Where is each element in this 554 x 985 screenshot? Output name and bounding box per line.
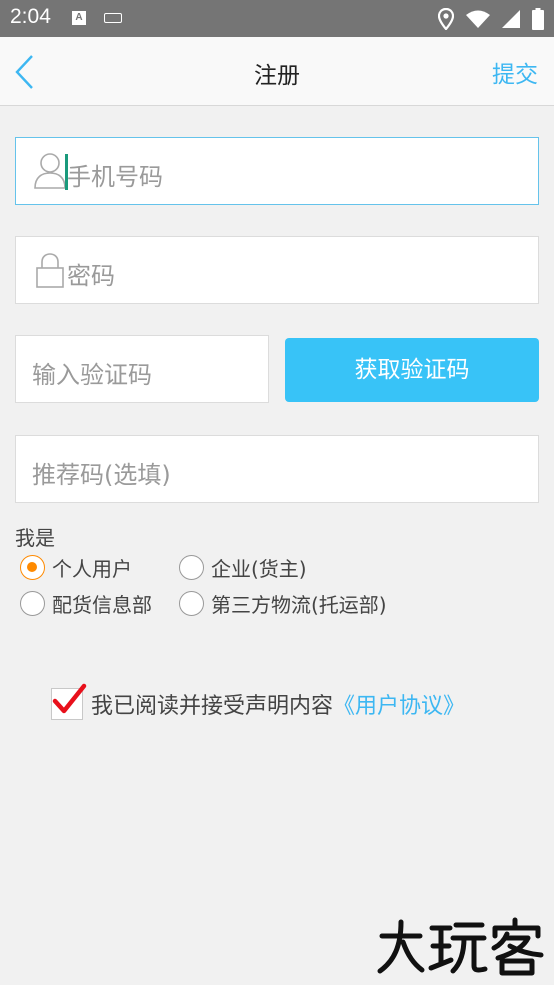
agreement-checkbox[interactable] xyxy=(51,683,87,720)
page-title: 注册 xyxy=(254,63,300,89)
referral-code-field[interactable]: 推荐码(选填) xyxy=(15,435,539,503)
role-option-info-dept[interactable]: 配货信息部 xyxy=(20,589,152,618)
radio-icon xyxy=(179,591,204,616)
location-icon xyxy=(438,8,454,30)
password-placeholder: 密码 xyxy=(67,262,115,290)
radio-icon xyxy=(20,591,45,616)
role-option-personal[interactable]: 个人用户 xyxy=(20,553,132,582)
status-time: 2:04 xyxy=(10,5,51,28)
get-code-button[interactable]: 获取验证码 xyxy=(285,338,539,402)
watermark-logo xyxy=(377,917,544,976)
phone-field[interactable]: 手机号码 xyxy=(15,137,539,205)
user-agreement-link[interactable]: 《用户协议》 xyxy=(333,688,465,720)
agreement-row: 我已阅读并接受声明内容 《用户协议》 xyxy=(51,683,465,720)
status-bar: 2:04 A xyxy=(0,0,554,37)
referral-placeholder: 推荐码(选填) xyxy=(32,461,171,489)
radio-icon xyxy=(179,555,204,580)
a-notification-icon: A xyxy=(72,11,86,25)
checkmark-icon xyxy=(52,683,87,714)
user-icon xyxy=(34,153,66,189)
nav-bar: 注册 提交 xyxy=(0,37,554,106)
verification-code-field[interactable]: 输入验证码 xyxy=(15,335,269,403)
password-field[interactable]: 密码 xyxy=(15,236,539,304)
battery-icon xyxy=(532,8,544,30)
role-option-label: 第三方物流(托运部) xyxy=(211,593,387,617)
submit-button[interactable]: 提交 xyxy=(492,55,538,89)
role-option-label: 配货信息部 xyxy=(52,593,152,617)
lock-icon xyxy=(36,253,64,288)
keyboard-icon xyxy=(104,13,122,23)
radio-selected-icon xyxy=(20,555,45,580)
role-option-label: 个人用户 xyxy=(52,557,132,581)
wifi-icon xyxy=(466,10,490,28)
phone-placeholder: 手机号码 xyxy=(67,163,163,191)
status-icons xyxy=(438,7,544,31)
role-option-label: 企业(货主) xyxy=(211,557,307,581)
role-option-enterprise[interactable]: 企业(货主) xyxy=(179,553,307,582)
agreement-text: 我已阅读并接受声明内容 xyxy=(91,694,334,719)
signal-icon xyxy=(502,10,520,28)
verification-code-placeholder: 输入验证码 xyxy=(32,361,152,389)
role-option-logistics[interactable]: 第三方物流(托运部) xyxy=(179,589,387,618)
role-label: 我是 xyxy=(15,526,55,550)
